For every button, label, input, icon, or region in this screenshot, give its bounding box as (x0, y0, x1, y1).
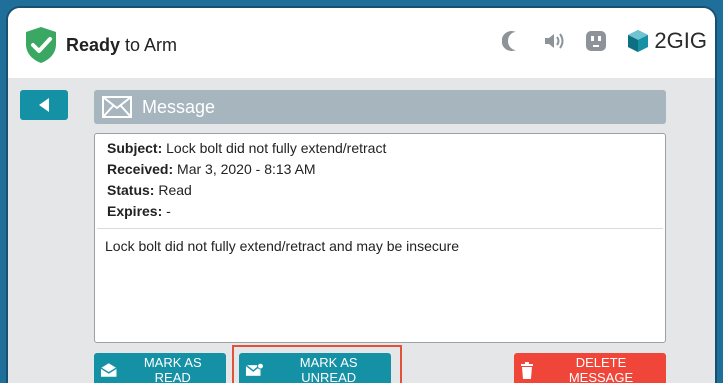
subject-label: Subject: (107, 140, 163, 156)
arm-status-bold: Ready (66, 35, 121, 55)
subject-value: Lock bolt did not fully extend/retract (166, 140, 387, 156)
status-row: Status: Read (107, 180, 653, 201)
subject-row: Subject: Lock bolt did not fully extend/… (107, 138, 653, 159)
expires-value: - (166, 203, 171, 219)
speaker-icon[interactable] (542, 29, 566, 53)
brand-logo: 2GIG (626, 28, 707, 54)
system-tray: 2GIG (500, 28, 707, 54)
status-value: Read (158, 182, 192, 198)
back-arrow-icon (39, 98, 49, 112)
message-header: Message (94, 90, 666, 124)
page-title: Message (142, 96, 216, 117)
app-frame: Ready to Arm 2GIG Message Subject: Lock … (6, 6, 717, 383)
received-row: Received: Mar 3, 2020 - 8:13 AM (107, 159, 653, 180)
cube-logo-icon (628, 30, 649, 52)
outlet-icon[interactable] (584, 29, 608, 53)
highlight-box (232, 345, 402, 383)
envelope-icon (102, 96, 132, 118)
back-button[interactable] (20, 90, 68, 120)
expires-label: Expires: (107, 203, 163, 219)
mark-as-read-label: MARK AS READ (143, 355, 202, 383)
message-meta: Subject: Lock bolt did not fully extend/… (97, 134, 663, 229)
mark-as-read-button[interactable]: MARK AS READ (94, 353, 226, 383)
received-label: Received: (107, 161, 174, 177)
delete-message-label: DELETE MESSAGE (568, 355, 634, 383)
top-bar: Ready to Arm 2GIG (8, 8, 715, 78)
message-panel: Subject: Lock bolt did not fully extend/… (94, 133, 666, 343)
expires-row: Expires: - (107, 201, 653, 222)
trash-icon (520, 361, 533, 379)
open-envelope-icon (100, 363, 117, 377)
delete-message-button[interactable]: DELETE MESSAGE (514, 353, 666, 383)
received-value: Mar 3, 2020 - 8:13 AM (177, 161, 316, 177)
moon-icon[interactable] (500, 29, 524, 53)
message-body: Lock bolt did not fully extend/retract a… (105, 238, 460, 254)
arm-status[interactable]: Ready to Arm (66, 35, 177, 56)
main-content: Message Subject: Lock bolt did not fully… (8, 78, 715, 383)
arm-status-rest: to Arm (120, 35, 178, 55)
shield-check-icon (26, 27, 56, 63)
logo-text: 2GIG (654, 28, 707, 53)
status-label: Status: (107, 182, 155, 198)
